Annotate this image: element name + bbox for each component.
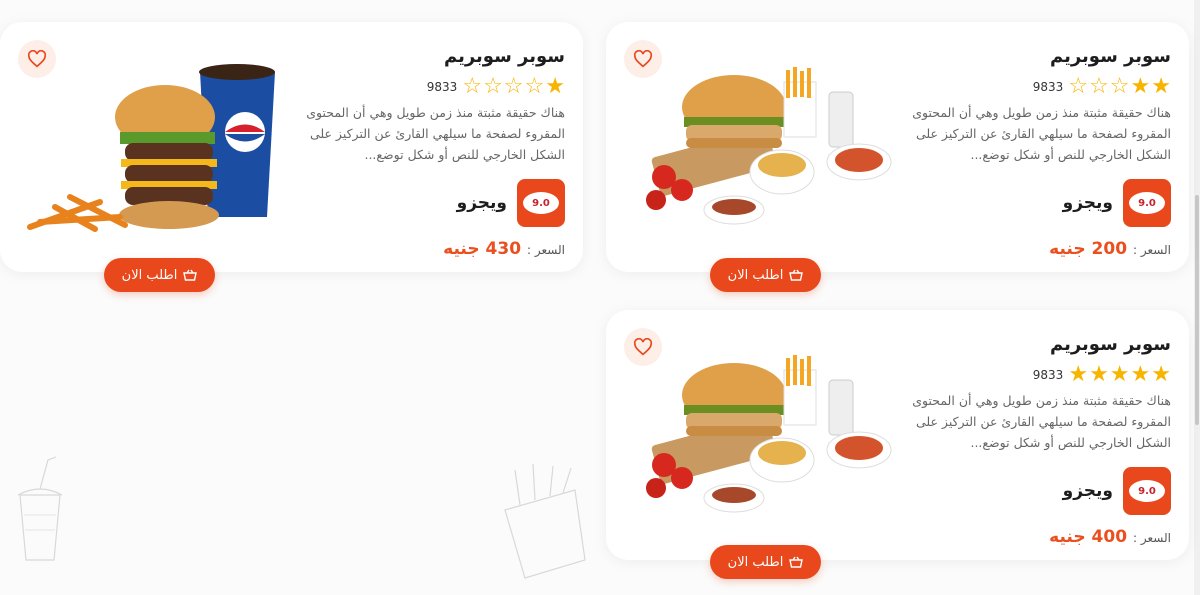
rating: ★ ☆ ☆ ☆ ☆ 9833 bbox=[295, 74, 565, 100]
rating-count: 9833 bbox=[1032, 80, 1064, 94]
price: السعر : 400 جنيه bbox=[901, 527, 1171, 547]
star-filled-icon: ★ bbox=[1089, 362, 1109, 387]
order-now-label: اطلب الان bbox=[121, 267, 178, 283]
basket-icon bbox=[789, 556, 804, 568]
price-label: السعر : bbox=[1133, 531, 1171, 545]
order-now-button[interactable]: اطلب الان bbox=[104, 258, 215, 292]
fries-doodle-icon bbox=[504, 463, 586, 579]
price-label: السعر : bbox=[1133, 243, 1171, 257]
price: السعر : 430 جنيه bbox=[295, 239, 565, 259]
price: السعر : 200 جنيه bbox=[901, 239, 1171, 259]
rating: ★ ★ ☆ ☆ ☆ 9833 bbox=[901, 74, 1171, 100]
order-now-button[interactable]: اطلب الان bbox=[710, 545, 821, 579]
basket-icon bbox=[183, 269, 198, 281]
product-card: سوبر سوبريم ★ ★ ☆ ☆ ☆ 9833 هناك حقيقة مث… bbox=[606, 22, 1189, 272]
star-outline-icon: ☆ bbox=[462, 74, 483, 99]
product-card: سوبر سوبريم ★ ★ ★ ★ ★ 9833 هناك حقيقة مث… bbox=[606, 310, 1189, 560]
star-filled-icon: ★ bbox=[1151, 362, 1171, 387]
product-description: هناك حقيقة مثبتة منذ زمن طويل وهي أن الم… bbox=[912, 393, 1171, 450]
star-outline-icon: ☆ bbox=[1068, 74, 1089, 99]
star-filled-icon: ★ bbox=[1151, 74, 1171, 99]
vendor-logo: 9.0 bbox=[1123, 179, 1171, 227]
vendor-name: ويجزو bbox=[1062, 481, 1113, 501]
star-filled-icon: ★ bbox=[545, 74, 565, 99]
burger-meal-image bbox=[646, 67, 892, 225]
burger-meal-image bbox=[646, 355, 892, 513]
scrollbar[interactable] bbox=[1194, 0, 1200, 595]
product-description: هناك حقيقة مثبتة منذ زمن طويل وهي أن الم… bbox=[912, 105, 1171, 162]
price-value: 200 جنيه bbox=[1049, 239, 1128, 259]
rating-count: 9833 bbox=[1032, 368, 1064, 382]
star-outline-icon: ☆ bbox=[503, 74, 524, 99]
star-outline-icon: ☆ bbox=[1089, 74, 1109, 99]
vendor[interactable]: 9.0 ويجزو bbox=[295, 179, 565, 227]
star-filled-icon: ★ bbox=[1130, 362, 1151, 387]
product-title: سوبر سوبريم bbox=[443, 46, 565, 67]
star-outline-icon: ☆ bbox=[524, 74, 545, 99]
product-title: سوبر سوبريم bbox=[1049, 334, 1171, 355]
cup-doodle-icon bbox=[17, 456, 63, 561]
star-outline-icon: ☆ bbox=[483, 74, 503, 99]
basket-icon bbox=[789, 269, 804, 281]
vendor[interactable]: 9.0 ويجزو bbox=[901, 179, 1171, 227]
burger-pepsi-image bbox=[27, 64, 275, 232]
rating-count: 9833 bbox=[426, 80, 458, 94]
product-description: هناك حقيقة مثبتة منذ زمن طويل وهي أن الم… bbox=[306, 105, 565, 162]
star-filled-icon: ★ bbox=[1109, 362, 1130, 387]
vendor-logo: 9.0 bbox=[517, 179, 565, 227]
order-now-button[interactable]: اطلب الان bbox=[710, 258, 821, 292]
vendor[interactable]: 9.0 ويجزو bbox=[901, 467, 1171, 515]
product-title: سوبر سوبريم bbox=[1049, 46, 1171, 67]
price-label: السعر : bbox=[527, 243, 565, 257]
vendor-logo: 9.0 bbox=[1123, 467, 1171, 515]
order-now-label: اطلب الان bbox=[727, 554, 784, 570]
star-outline-icon: ☆ bbox=[1109, 74, 1130, 99]
price-value: 400 جنيه bbox=[1049, 527, 1128, 547]
price-value: 430 جنيه bbox=[443, 239, 522, 259]
vendor-name: ويجزو bbox=[456, 193, 507, 213]
product-card: سوبر سوبريم ★ ☆ ☆ ☆ ☆ 9833 هناك حقيقة مث… bbox=[0, 22, 583, 272]
rating: ★ ★ ★ ★ ★ 9833 bbox=[901, 362, 1171, 388]
scrollbar-thumb[interactable] bbox=[1195, 195, 1199, 425]
star-filled-icon: ★ bbox=[1130, 74, 1151, 99]
vendor-name: ويجزو bbox=[1062, 193, 1113, 213]
star-filled-icon: ★ bbox=[1068, 362, 1089, 387]
order-now-label: اطلب الان bbox=[727, 267, 784, 283]
